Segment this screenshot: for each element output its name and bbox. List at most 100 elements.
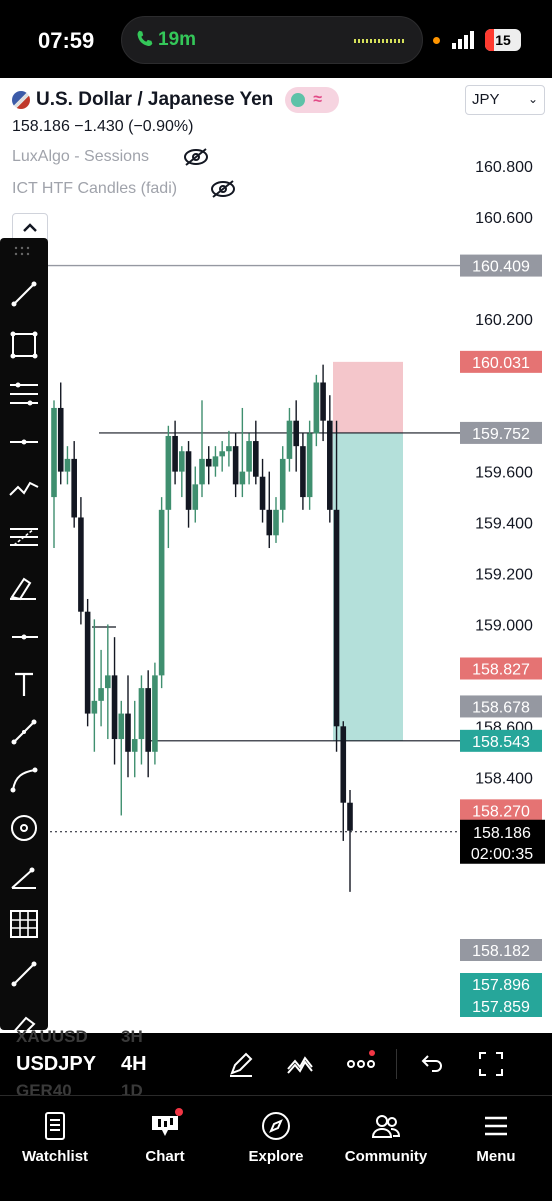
candle-body xyxy=(91,700,98,714)
nav-watchlist[interactable]: Watchlist xyxy=(7,1110,103,1165)
eye-hidden-icon[interactable] xyxy=(183,147,209,167)
candle-body xyxy=(199,458,205,485)
price-tick: 159.200 xyxy=(475,567,533,584)
line-tool-button[interactable] xyxy=(6,956,42,992)
market-open-dot xyxy=(291,93,306,107)
price-tick: 159.600 xyxy=(475,465,533,482)
candle-body xyxy=(165,435,172,510)
nav-community[interactable]: Community xyxy=(338,1110,434,1165)
price-label: 158.543 xyxy=(472,734,530,751)
text-tool-button[interactable] xyxy=(6,666,42,702)
nav-menu[interactable]: Menu xyxy=(448,1110,544,1165)
candle-body xyxy=(333,509,340,727)
text-icon xyxy=(15,672,33,696)
symbol-button[interactable]: USDJPY xyxy=(16,1053,96,1076)
candle-body xyxy=(300,446,306,498)
price-chart[interactable]: 160.800 160.600 160.200 159.600 159.400 159.2… xyxy=(0,78,552,1033)
candle-body xyxy=(138,688,145,740)
horizontal-ray-icon xyxy=(12,634,38,640)
grid-tool-button[interactable] xyxy=(6,906,42,942)
compass-icon xyxy=(262,1112,290,1140)
currency-value: JPY xyxy=(472,91,500,108)
status-bar: 07:59 19m 15 xyxy=(0,0,552,78)
angle-icon xyxy=(11,867,36,889)
eye-hidden-icon[interactable] xyxy=(210,179,236,199)
notification-dot xyxy=(175,1108,183,1116)
candle-body xyxy=(185,451,192,510)
circle-tool-button[interactable] xyxy=(6,810,42,846)
price-label: 157.896 xyxy=(472,977,530,994)
candle-body xyxy=(253,441,259,477)
ruler-tool-button[interactable] xyxy=(6,714,42,750)
candle-body xyxy=(64,458,71,472)
nav-label: Community xyxy=(344,1148,428,1165)
candle-body xyxy=(327,420,333,510)
curve-tool-button[interactable] xyxy=(6,762,42,798)
candle-body xyxy=(98,688,104,701)
candle-body xyxy=(340,726,347,803)
indicator-label[interactable]: ICT HTF Candles (fadi) xyxy=(12,180,177,198)
market-status-badge[interactable]: ≈ xyxy=(285,87,340,113)
undo-icon[interactable] xyxy=(414,1047,448,1081)
more-button[interactable] xyxy=(344,1047,378,1081)
currency-select[interactable]: JPY ⌄ xyxy=(465,85,545,115)
horizontal-line-icon xyxy=(10,439,38,445)
interval-button[interactable]: 4H xyxy=(121,1053,147,1076)
indicators-icon[interactable] xyxy=(284,1047,318,1081)
candle-body xyxy=(57,407,64,472)
watchlist-symbol[interactable]: XAUUSD xyxy=(16,1027,88,1047)
candle-body xyxy=(347,802,353,831)
candle-body xyxy=(219,451,225,457)
trend-line-tool-button[interactable] xyxy=(6,276,42,312)
price-label: 159.752 xyxy=(472,426,530,443)
target-zone xyxy=(333,432,403,741)
candle-body xyxy=(105,675,111,689)
candle-body xyxy=(226,446,232,452)
nav-explore[interactable]: Explore xyxy=(228,1110,324,1165)
nav-chart[interactable]: Chart xyxy=(117,1108,213,1165)
price-tick: 160.800 xyxy=(475,159,533,176)
trend-line-icon xyxy=(11,281,37,307)
fib-retracement-icon xyxy=(10,382,38,406)
candle-body xyxy=(293,420,299,447)
gann-tool-button[interactable] xyxy=(6,519,42,555)
price-tick: 159.400 xyxy=(475,516,533,533)
rectangle-tool-button[interactable] xyxy=(6,327,42,363)
circle-icon xyxy=(11,815,37,841)
indicator-label[interactable]: LuxAlgo - Sessions xyxy=(12,148,149,166)
price-label: 158.182 xyxy=(472,943,530,960)
candle-body xyxy=(279,458,286,510)
drag-handle-icon[interactable] xyxy=(14,246,34,256)
pencil-icon[interactable] xyxy=(224,1047,258,1081)
price-label: 158.827 xyxy=(472,661,530,678)
angle-tool-button[interactable] xyxy=(6,860,42,896)
price-label: 160.031 xyxy=(472,355,530,372)
nav-label: Watchlist xyxy=(21,1148,89,1165)
countdown-label: 02:00:35 xyxy=(471,846,533,863)
symbol-name[interactable]: U.S. Dollar / Japanese Yen xyxy=(36,89,273,111)
candle-body xyxy=(125,713,131,752)
stop-zone xyxy=(333,361,403,433)
battery-level: 15 xyxy=(495,32,511,48)
price-label: 160.409 xyxy=(472,259,530,276)
rectangle-icon xyxy=(10,331,38,359)
candle-body xyxy=(306,433,313,498)
fib-retracement-tool-button[interactable] xyxy=(6,376,42,412)
horizontal-ray-tool-button[interactable] xyxy=(6,619,42,655)
candle-body xyxy=(71,458,77,518)
brush-tool-button[interactable] xyxy=(6,569,42,605)
candle-body xyxy=(145,688,151,752)
fullscreen-icon[interactable] xyxy=(474,1047,508,1081)
price-tick: 158.400 xyxy=(475,770,533,787)
candle-body xyxy=(259,476,266,510)
candle-body xyxy=(212,456,219,467)
pattern-tool-button[interactable] xyxy=(6,471,42,507)
watchlist-interval[interactable]: 3H xyxy=(121,1027,143,1047)
chevron-down-icon: ⌄ xyxy=(527,92,538,106)
call-pill[interactable]: 19m xyxy=(121,16,423,64)
candle-body xyxy=(192,484,199,510)
more-dots-icon xyxy=(347,1050,375,1068)
chart-area[interactable]: 160.800 160.600 160.200 159.600 159.400 159.2… xyxy=(0,78,552,1033)
symbol-header[interactable]: U.S. Dollar / Japanese Yen ≈ xyxy=(12,87,340,113)
horizontal-line-tool-button[interactable] xyxy=(6,424,42,460)
